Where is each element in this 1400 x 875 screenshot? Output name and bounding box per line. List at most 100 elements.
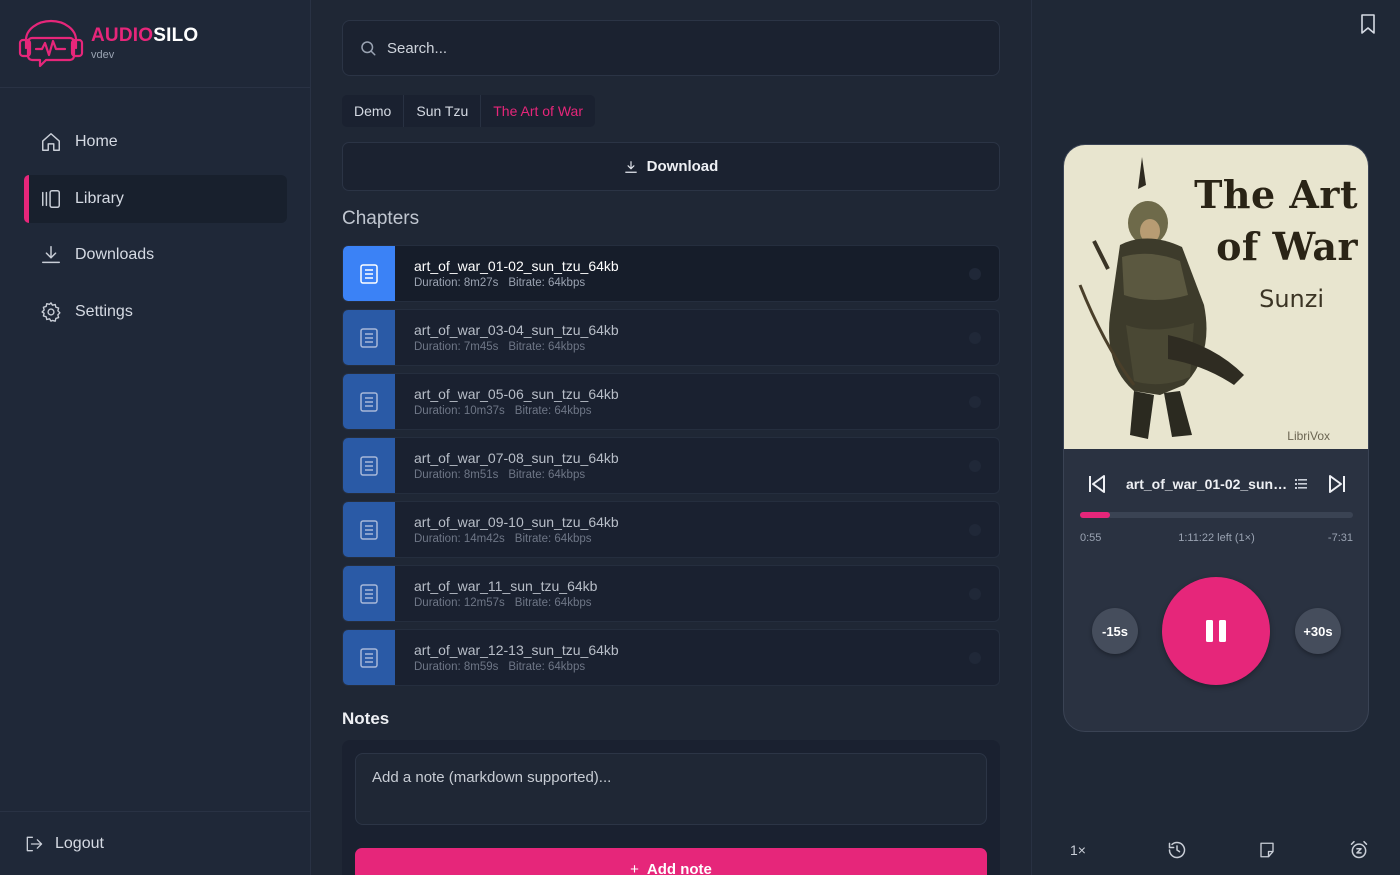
add-note-button[interactable]: + Add note — [355, 848, 987, 875]
previous-track-icon[interactable] — [1088, 474, 1106, 494]
note-input[interactable] — [355, 753, 987, 825]
main-content: Demo Sun Tzu The Art of War Download Cha… — [342, 0, 1000, 875]
chapter-title: art_of_war_11_sun_tzu_64kb — [414, 578, 598, 594]
book-icon — [343, 566, 395, 621]
progress-fill — [1080, 512, 1111, 518]
chapter-row[interactable]: art_of_war_11_sun_tzu_64kb Duration: 12m5… — [342, 565, 1000, 622]
notes-button[interactable] — [1258, 837, 1276, 863]
pause-button[interactable] — [1162, 577, 1270, 685]
book-icon — [343, 246, 395, 301]
chapter-duration: Duration: 8m27s — [414, 277, 499, 289]
search-bar[interactable] — [342, 20, 1000, 76]
gear-icon — [40, 301, 62, 323]
plus-icon: + — [630, 861, 639, 875]
chapter-duration: Duration: 7m45s — [414, 341, 499, 353]
sidebar-item-settings[interactable]: Settings — [24, 288, 287, 336]
chapter-bitrate: Bitrate: 64kbps — [514, 405, 592, 417]
chapter-duration: Duration: 8m59s — [414, 661, 499, 673]
search-icon — [361, 41, 376, 56]
cover-art: The Art of War Sunzi LibriVox — [1064, 145, 1368, 449]
breadcrumb-item-demo[interactable]: Demo — [342, 95, 405, 127]
time-left: 1:11:22 left (1×) — [1178, 532, 1255, 544]
cover-title: The Art of War — [1194, 172, 1358, 269]
chapter-bitrate: Bitrate: 64kbps — [508, 469, 586, 481]
chapter-bitrate: Bitrate: 64kbps — [508, 277, 586, 289]
chapter-duration: Duration: 12m57s — [414, 597, 505, 609]
sidebar-nav: Home Library Downloads Settings — [24, 118, 287, 344]
logout-icon — [24, 834, 44, 854]
search-input[interactable] — [387, 39, 947, 57]
chapter-list: art_of_war_01-02_sun_tzu_64kb Duration: 8… — [342, 245, 1000, 693]
chapter-title: art_of_war_03-04_sun_tzu_64kb — [414, 322, 619, 338]
chapter-title: art_of_war_12-13_sun_tzu_64kb — [414, 642, 619, 658]
progress-bar[interactable] — [1080, 512, 1353, 518]
download-label: Download — [646, 158, 719, 175]
chapter-row[interactable]: art_of_war_12-13_sun_tzu_64kb Duration: 8… — [342, 629, 1000, 686]
chapters-title: Chapters — [342, 208, 420, 229]
chapter-duration: Duration: 10m37s — [414, 405, 505, 417]
note-icon — [1260, 842, 1274, 858]
brand[interactable]: AUDIOSILO vdev — [0, 0, 310, 88]
book-icon — [343, 630, 395, 685]
player-card: The Art of War Sunzi LibriVox art_of_war_… — [1063, 144, 1369, 732]
skip-back-button[interactable]: -15s — [1092, 608, 1138, 654]
breadcrumb: Demo Sun Tzu The Art of War — [342, 95, 595, 127]
chapter-row[interactable]: art_of_war_01-02_sun_tzu_64kb Duration: 8… — [342, 245, 1000, 302]
chapter-row[interactable]: art_of_war_07-08_sun_tzu_64kb Duration: 8… — [342, 437, 1000, 494]
skip-forward-button[interactable]: +30s — [1295, 608, 1341, 654]
chapter-info: art_of_war_12-13_sun_tzu_64kb Duration: 8… — [414, 642, 619, 673]
chapter-row[interactable]: art_of_war_09-10_sun_tzu_64kb Duration: 1… — [342, 501, 1000, 558]
sidebar-item-downloads[interactable]: Downloads — [24, 231, 287, 279]
pause-icon — [1206, 620, 1226, 642]
playback-speed-button[interactable]: 1× — [1070, 837, 1086, 863]
chapter-list-icon[interactable] — [1295, 478, 1307, 490]
chapter-title: art_of_war_05-06_sun_tzu_64kb — [414, 386, 619, 402]
book-icon — [343, 438, 395, 493]
sidebar: AUDIOSILO vdev Home Library Downloads Se… — [0, 0, 311, 875]
download-icon — [624, 160, 637, 173]
breadcrumb-item-author[interactable]: Sun Tzu — [404, 95, 482, 127]
chapter-info: art_of_war_01-02_sun_tzu_64kb Duration: 8… — [414, 258, 619, 289]
sidebar-item-library[interactable]: Library — [24, 174, 287, 223]
chapter-title: art_of_war_09-10_sun_tzu_64kb — [414, 514, 619, 530]
chapter-bitrate: Bitrate: 64kbps — [514, 597, 592, 609]
book-icon — [343, 502, 395, 557]
download-button[interactable]: Download — [342, 142, 1000, 191]
notes-panel: + Add note — [342, 740, 1000, 875]
next-track-icon[interactable] — [1328, 474, 1346, 494]
chapter-meta: Duration: 10m37s Bitrate: 64kbps — [414, 405, 619, 417]
chapter-meta: Duration: 14m42s Bitrate: 64kbps — [414, 533, 619, 545]
sleep-timer-icon — [1350, 840, 1368, 859]
chapter-meta: Duration: 8m27s Bitrate: 64kbps — [414, 277, 619, 289]
sleep-timer-button[interactable] — [1349, 837, 1369, 863]
home-icon — [40, 131, 62, 153]
chapter-status-dot — [969, 651, 981, 664]
cover-publisher: LibriVox — [1287, 429, 1330, 443]
chapter-bitrate: Bitrate: 64kbps — [514, 533, 592, 545]
history-icon — [1168, 841, 1186, 859]
remaining-time: -7:31 — [1327, 532, 1353, 544]
sidebar-item-label: Home — [75, 133, 118, 150]
sidebar-item-home[interactable]: Home — [24, 118, 287, 166]
chapter-row[interactable]: art_of_war_05-06_sun_tzu_64kb Duration: 1… — [342, 373, 1000, 430]
book-icon — [343, 310, 395, 365]
chapter-status-dot — [969, 395, 981, 408]
sidebar-item-label: Downloads — [75, 246, 155, 263]
headphones-waveform-icon — [18, 19, 84, 68]
chapter-status-dot — [969, 267, 981, 280]
sidebar-item-label: Settings — [75, 302, 133, 320]
chapter-title: art_of_war_07-08_sun_tzu_64kb — [414, 450, 619, 466]
notes-title: Notes — [342, 709, 390, 728]
player-toolbar: 1× — [1032, 837, 1400, 863]
chapter-meta: Duration: 8m59s Bitrate: 64kbps — [414, 661, 619, 673]
logout-button[interactable]: Logout — [0, 811, 311, 875]
chapter-row[interactable]: art_of_war_03-04_sun_tzu_64kb Duration: 7… — [342, 309, 1000, 366]
add-note-label: Add note — [646, 861, 712, 875]
app-name: AUDIOSILO — [91, 25, 199, 46]
app-version: vdev — [91, 49, 115, 61]
chapter-title: art_of_war_01-02_sun_tzu_64kb — [414, 258, 619, 274]
chapter-status-dot — [969, 523, 981, 536]
history-button[interactable] — [1167, 837, 1187, 863]
chapter-info: art_of_war_11_sun_tzu_64kb Duration: 12m5… — [414, 578, 597, 609]
bookmark-icon[interactable] — [1359, 14, 1377, 34]
